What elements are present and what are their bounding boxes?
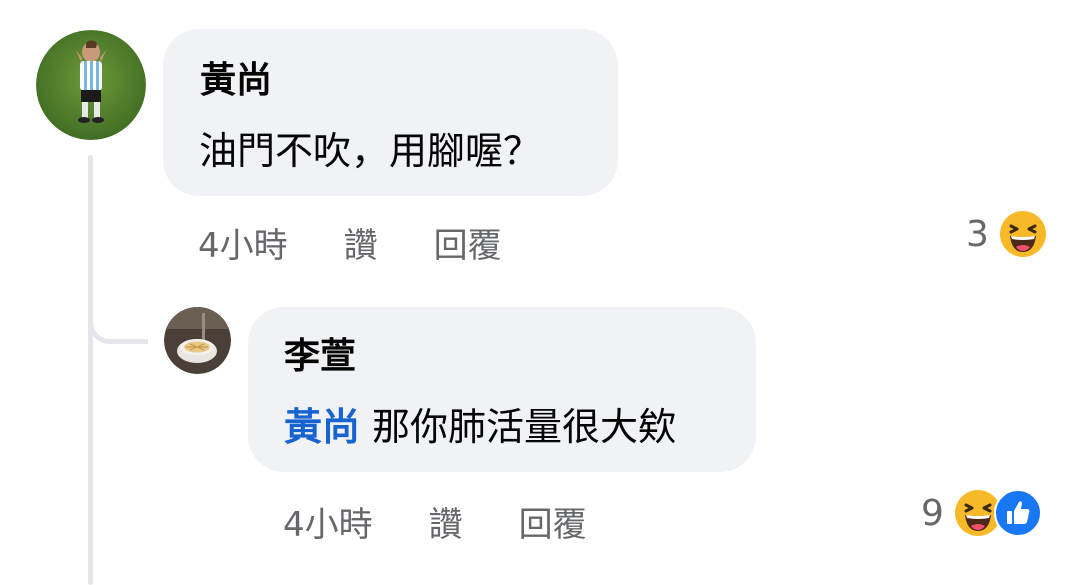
comment-author[interactable]: 黃尚 [200,61,272,101]
comment-thread: 黃尚 油門不吹，用腳喔？ 4小時 讚 回覆 3 李萱 黃尚 那你肺活量很大欸 4… [0,0,1080,585]
reply-button[interactable]: 回覆 [434,226,502,266]
comment-text-body: 那你肺活量很大欸 [372,405,677,449]
comment-timestamp[interactable]: 4小時 [283,505,373,545]
comment-text: 油門不吹，用腳喔？ [199,129,542,173]
comment-bubble: 李萱 黃尚 那你肺活量很大欸 [248,307,756,472]
avatar[interactable] [164,307,231,374]
like-button[interactable]: 讚 [429,505,463,545]
reply-branch-line [88,300,148,344]
reaction-count: 3 [966,213,989,255]
avatar[interactable] [36,30,146,140]
reaction-summary[interactable]: 9 [921,489,1042,537]
reaction-count: 9 [921,492,944,534]
reply-button[interactable]: 回覆 [519,505,587,545]
comment-bubble: 黃尚 油門不吹，用腳喔？ [163,29,618,196]
reaction-summary[interactable]: 3 [966,210,1047,258]
like-icon [993,489,1042,537]
comment-author[interactable]: 李萱 [284,337,356,377]
thread-connector-line [88,155,93,585]
comment-text: 黃尚 那你肺活量很大欸 [284,405,676,449]
comment-actions: 4小時 讚 回覆 [283,505,643,545]
comment-timestamp[interactable]: 4小時 [198,226,288,266]
like-button[interactable]: 讚 [344,226,378,266]
haha-icon [999,210,1047,258]
comment-actions: 4小時 讚 回覆 [198,226,558,266]
mention-link[interactable]: 黃尚 [284,405,360,449]
